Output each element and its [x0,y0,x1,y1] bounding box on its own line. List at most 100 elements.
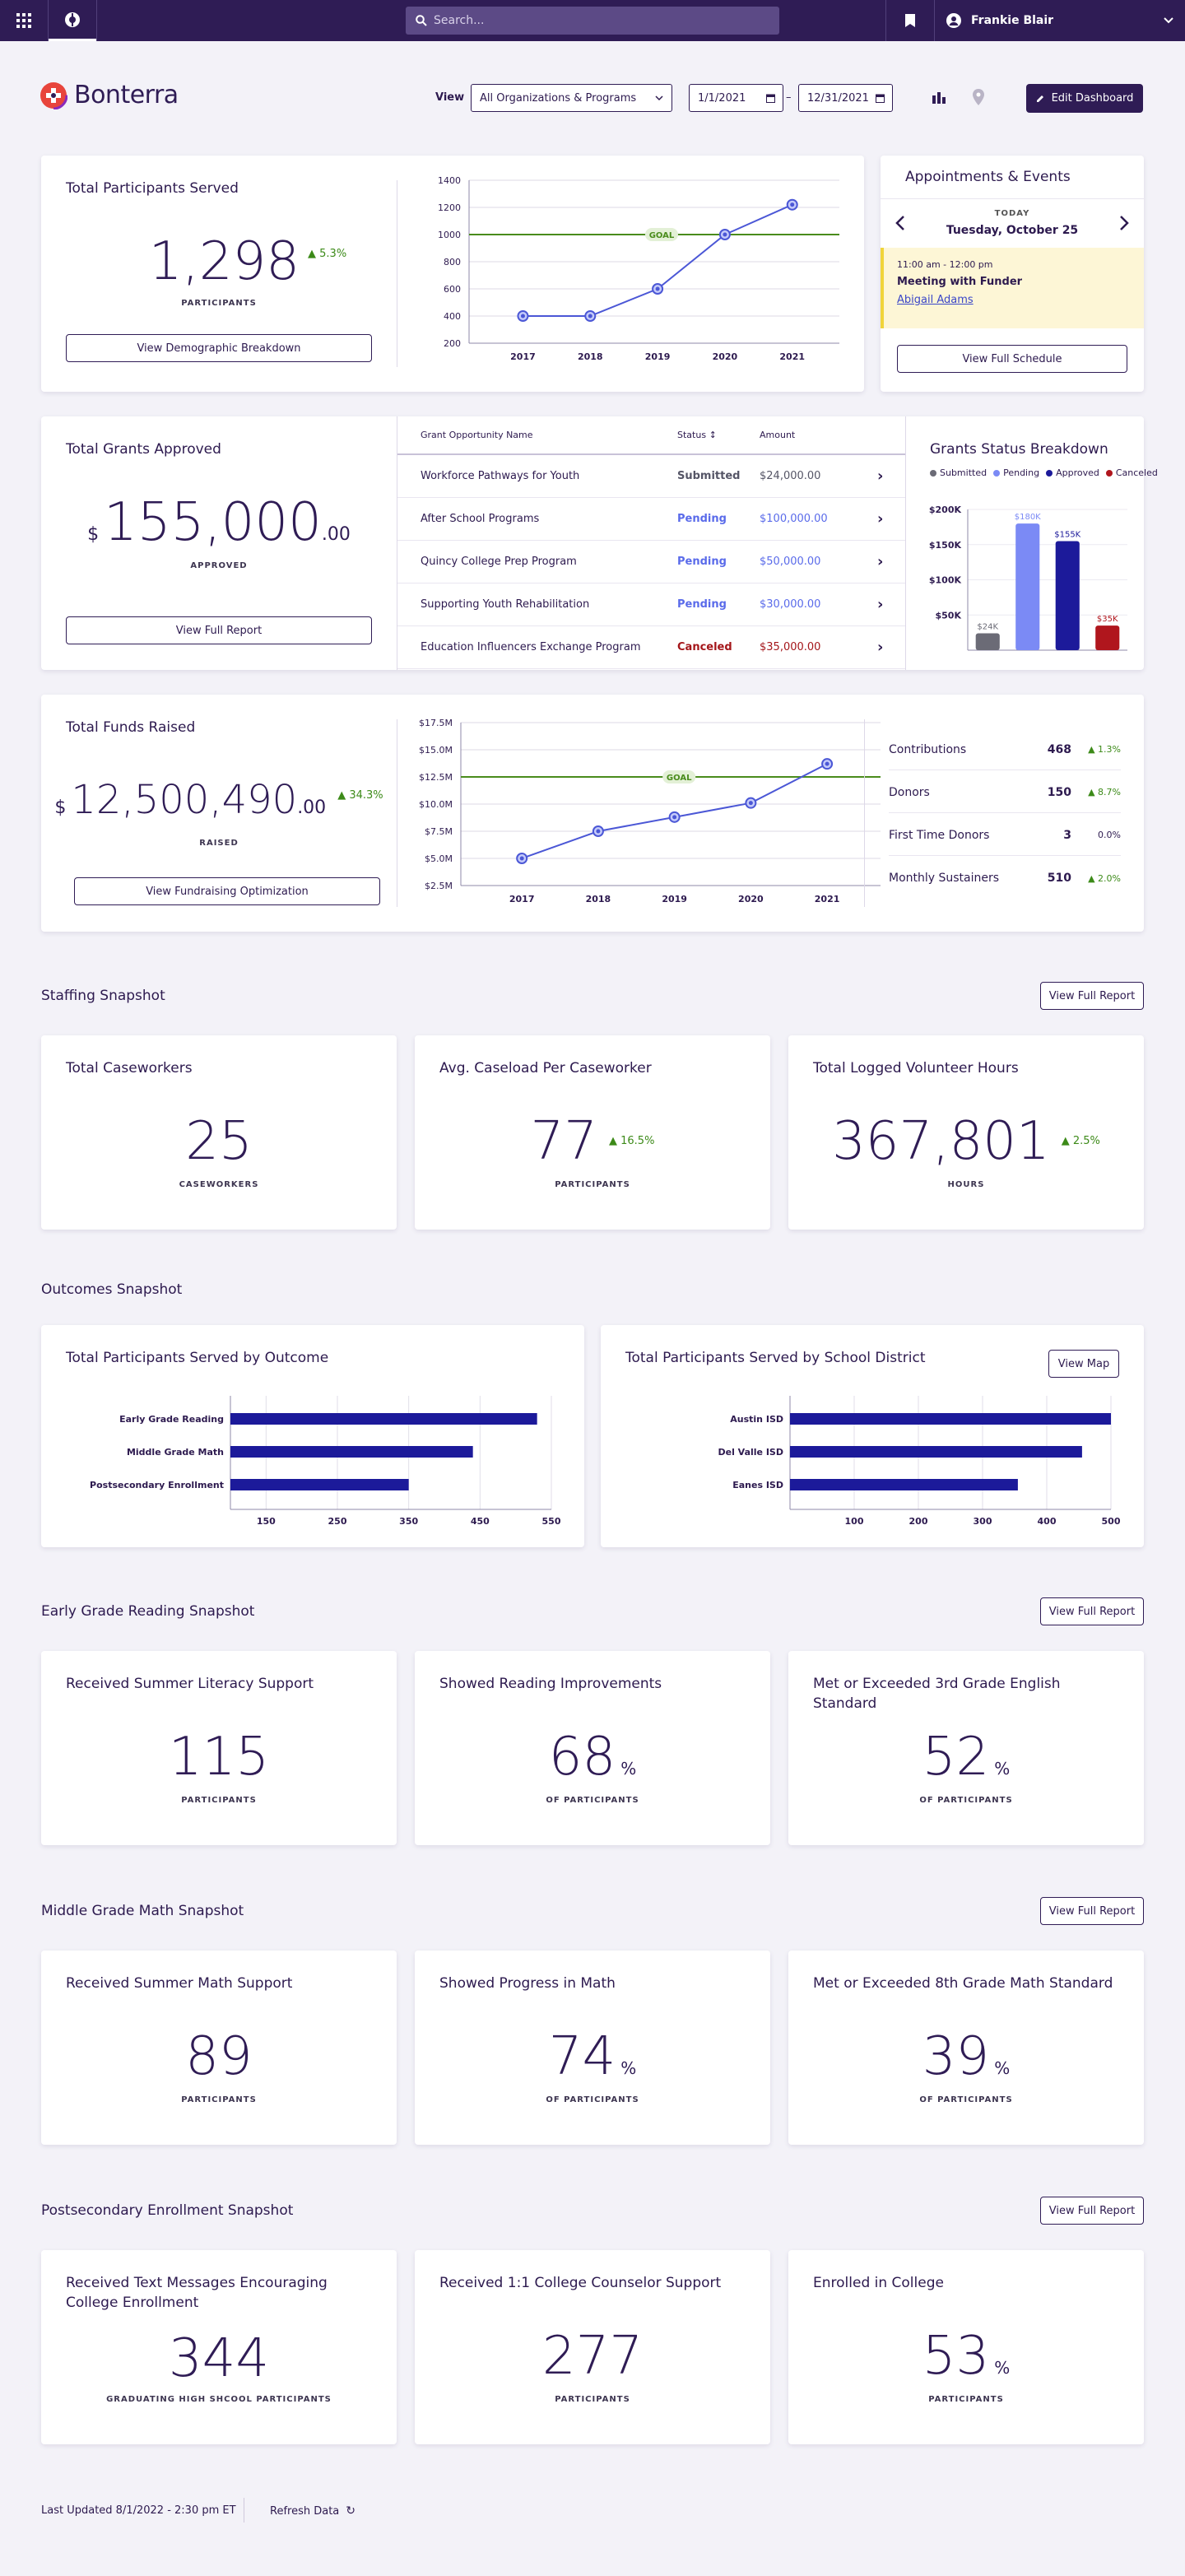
bar[interactable] [1015,523,1040,650]
y-tick-label: 400 [444,311,461,322]
map-pin-icon[interactable] [973,89,984,105]
grants-breakdown-legend: Submitted Pending Approved Canceled [930,467,1164,478]
card-metric: 89 [41,2026,397,2087]
card-value: 77 [530,1111,597,1172]
card-caption: HOURS [947,1180,985,1189]
metric-value: 510 [1047,872,1071,885]
view-map-button[interactable]: View Map [1048,1350,1119,1378]
grants-full-report-button[interactable]: View Full Report [66,616,372,644]
date-to-field[interactable]: 12/31/2021 [798,84,893,112]
y-tick-label: $100K [929,575,962,586]
legend-label: Submitted [940,467,988,478]
x-tick-label: 500 [1102,1516,1121,1527]
chevron-right-icon[interactable]: › [877,553,883,570]
col-name-header: Grant Opportunity Name [421,430,533,440]
bar[interactable] [230,1413,537,1425]
chevron-down-icon [655,95,663,100]
data-point-core [588,314,592,319]
metric-value: 468 [1047,742,1071,756]
postsecondary-card: Received 1:1 College Counselor Support 27… [415,2250,770,2444]
card-title: Received Summer Literacy Support [66,1676,314,1692]
card-title: Enrolled in College [813,2275,944,2291]
grant-name: Workforce Pathways for Youth [421,470,580,482]
brand-logo[interactable]: Bonterra [40,81,179,109]
x-tick-label: 2021 [815,894,840,904]
date-from-field[interactable]: 1/1/2021 [689,84,783,112]
appointment-event[interactable]: 11:00 am - 12:00 pm Meeting with Funder … [881,248,1144,328]
metric-delta: ▲ 1.3% [1088,744,1121,755]
bar[interactable] [230,1446,473,1458]
bar[interactable] [790,1479,1018,1490]
brand-name: Bonterra [74,81,179,109]
bar[interactable] [1055,541,1080,650]
x-tick-label: 100 [845,1516,864,1527]
refresh-icon: ↻ [346,2504,356,2518]
grant-status: Pending [677,513,727,525]
chevron-right-icon[interactable]: › [877,596,883,613]
search-input[interactable]: Search... [406,7,779,35]
demographic-breakdown-button[interactable]: View Demographic Breakdown [66,334,372,362]
user-menu[interactable]: Frankie Blair [935,0,1185,41]
card-caption: CASEWORKERS [179,1180,259,1189]
card-caption: GRADUATING HIGH SHCOOL PARTICIPANTS [106,2395,332,2404]
chevron-right-icon[interactable]: › [877,639,883,656]
edit-dashboard-label: Edit Dashboard [1051,92,1134,105]
card-caption: OF PARTICIPANTS [919,1796,1013,1805]
card-caption: PARTICIPANTS [555,2395,630,2404]
staffing-title: Staffing Snapshot [41,988,165,1004]
metric-value: 3 [1063,828,1071,842]
chevron-right-icon[interactable]: › [877,510,883,528]
metric-value: 150 [1047,785,1071,799]
event-person-link[interactable]: Abigail Adams [897,294,974,306]
y-tick-label: $150K [929,540,962,551]
card-unit: % [620,1759,637,1779]
grant-status: Canceled [677,641,732,653]
x-tick-label: 200 [909,1516,928,1527]
chevron-right-icon[interactable]: › [877,467,883,485]
postsecondary-full-report-button[interactable]: View Full Report [1040,2197,1144,2225]
grants-title: Total Grants Approved [66,441,221,458]
grant-row[interactable]: After School Programs Pending $100,000.00 › [397,498,905,541]
participants-caption: PARTICIPANTS [181,299,257,308]
apps-grid-icon[interactable] [0,0,48,41]
bar[interactable] [975,633,1000,650]
grant-name: Supporting Youth Rehabilitation [421,598,590,611]
y-tick-label: 800 [444,257,461,267]
bar[interactable] [790,1446,1082,1458]
funds-card: Total Funds Raised $ 12,500,490 .00 ▲ 34… [41,695,1144,932]
staffing-full-report-button[interactable]: View Full Report [1040,982,1144,1010]
fundraising-optimization-button[interactable]: View Fundraising Optimization [74,877,380,905]
legend-label: Pending [1003,467,1040,478]
arrow-up-icon: ▲ [608,1135,621,1147]
metric-delta: ▲ 2.0% [1088,872,1121,884]
bar-chart-icon[interactable] [932,91,946,104]
edit-dashboard-button[interactable]: Edit Dashboard [1026,84,1143,113]
data-point-core [790,202,795,207]
grant-status: Submitted [677,470,741,482]
calendar-icon [766,94,775,103]
grant-row[interactable]: Supporting Youth Rehabilitation Pending $3… [397,584,905,626]
full-schedule-button[interactable]: View Full Schedule [897,345,1127,373]
y-tick-label: $200K [929,505,962,515]
grant-name: Education Influencers Exchange Program [421,641,641,653]
reading-full-report-button[interactable]: View Full Report [1040,1597,1144,1625]
category-label: Early Grade Reading [119,1414,224,1425]
grant-row[interactable]: Education Influencers Exchange Program Ca… [397,626,905,669]
funds-metrics-list: Contributions 468 ▲ 1.3% Donors 150 ▲ 8.7% Fir… [864,729,1144,902]
bar[interactable] [1095,625,1120,650]
data-point-core [520,314,525,319]
refresh-data-button[interactable]: Refresh Data ↻ [270,2504,356,2518]
view-select[interactable]: All Organizations & Programs [471,84,672,112]
staffing-card: Total Logged Volunteer Hours 367,801 ▲ 2.5… [788,1035,1144,1230]
math-full-report-button[interactable]: View Full Report [1040,1897,1144,1925]
bar[interactable] [790,1413,1111,1425]
col-status-header[interactable]: Status ↕ [677,430,717,440]
bar[interactable] [230,1479,409,1490]
grant-row[interactable]: Quincy College Prep Program Pending $50,00… [397,541,905,584]
y-tick-label: $17.5M [419,718,453,728]
card-metric: 53% [788,2326,1144,2387]
card-value: 68 [548,1727,616,1788]
grant-row[interactable]: Workforce Pathways for Youth Submitted $24… [397,455,905,498]
home-tab[interactable] [49,0,96,41]
bookmark-icon[interactable] [886,0,934,41]
